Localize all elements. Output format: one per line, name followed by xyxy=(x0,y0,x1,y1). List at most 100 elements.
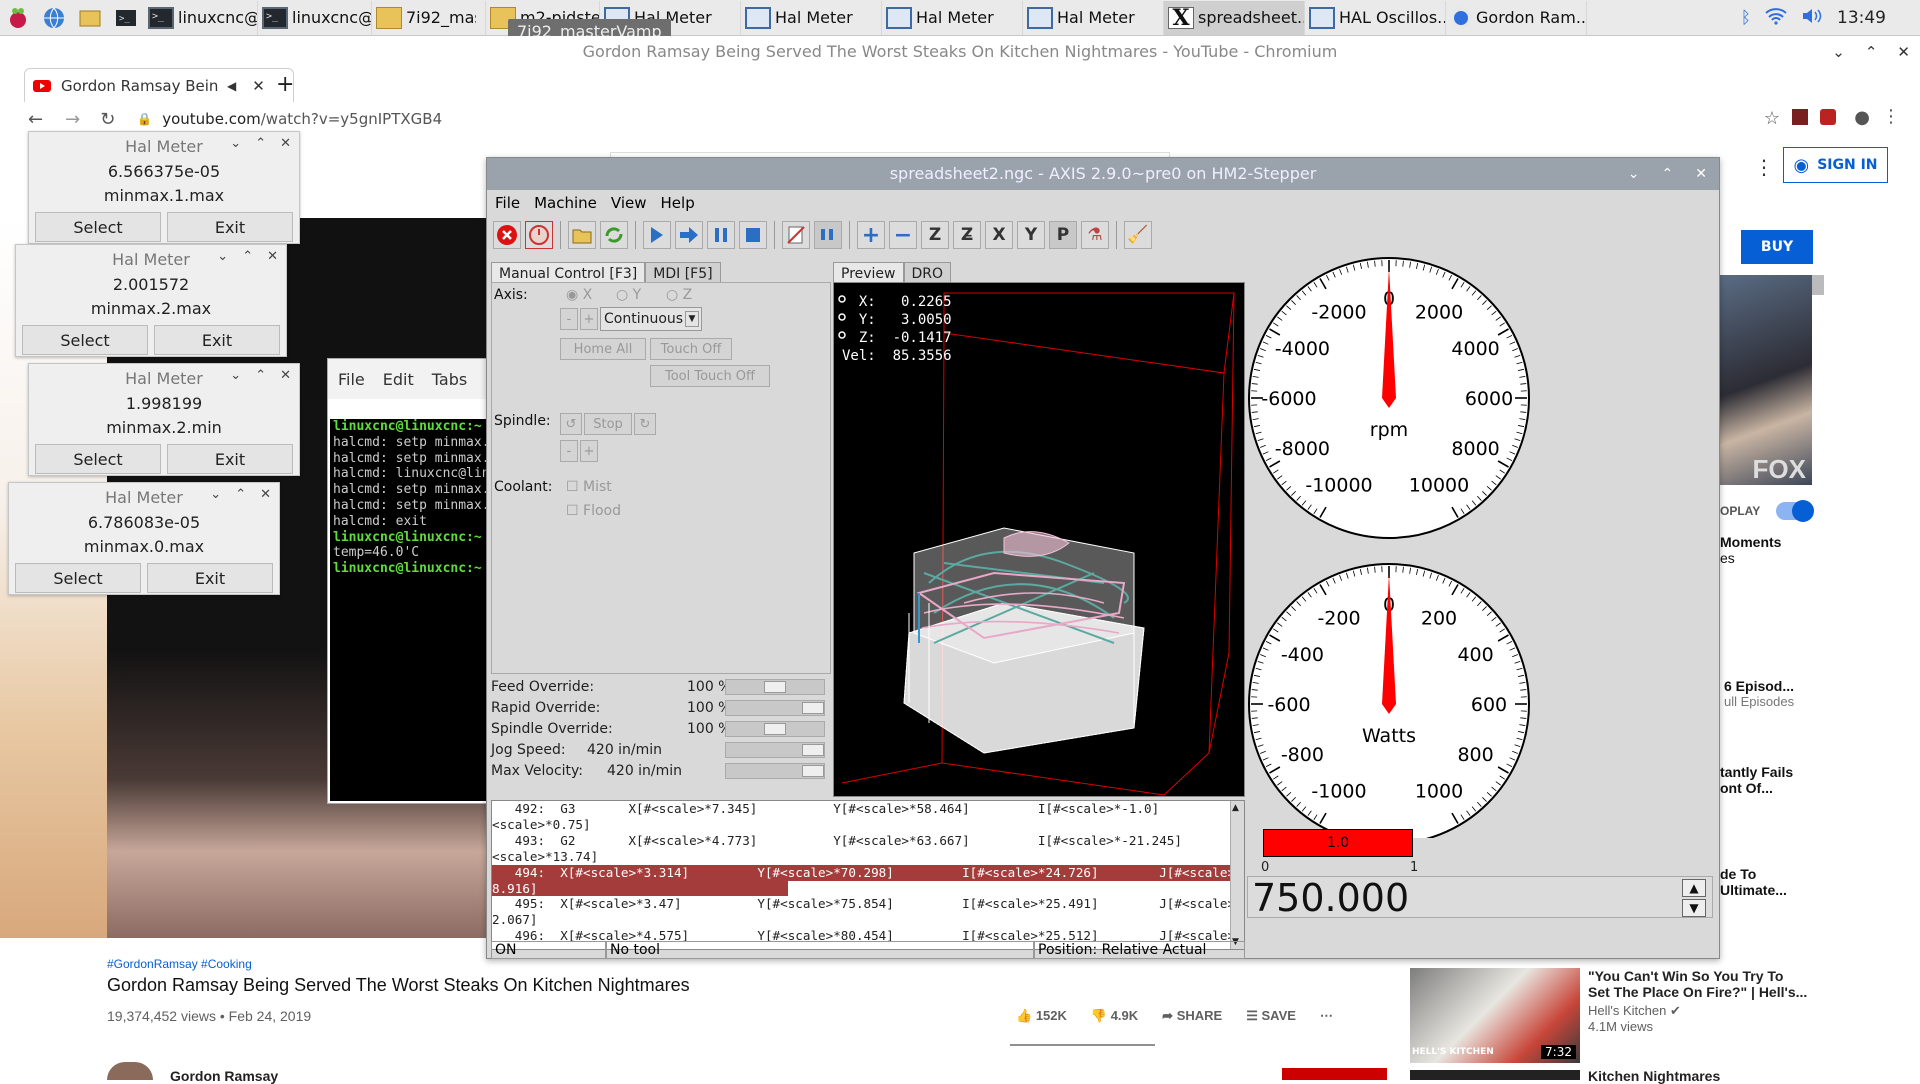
chevron-down-icon[interactable]: ⌄ xyxy=(1832,43,1845,61)
hal-select-button[interactable]: Select xyxy=(35,212,161,242)
side-video-1[interactable]: Momentses xyxy=(1720,534,1781,566)
machine-power-icon[interactable] xyxy=(525,221,553,249)
chevron-down-icon[interactable]: ⌄ xyxy=(217,249,228,264)
hal-exit-button[interactable]: Exit xyxy=(167,212,293,242)
axis-radio-y[interactable]: ○ Y xyxy=(616,287,641,303)
close-icon[interactable]: ✕ xyxy=(260,487,271,502)
maximize-icon[interactable]: ⌃ xyxy=(235,487,246,502)
stop-icon[interactable] xyxy=(739,221,767,249)
slider-thumb[interactable] xyxy=(802,765,824,777)
slider-thumb[interactable] xyxy=(764,681,786,693)
tool-touch-off-button[interactable]: Tool Touch Off xyxy=(650,365,770,387)
close-icon[interactable]: ✕ xyxy=(1695,166,1707,182)
minimize-icon[interactable]: ⌄ xyxy=(1628,166,1640,182)
jog-increment-select[interactable]: Continuous▼ xyxy=(600,307,702,331)
maximize-icon[interactable]: ⌃ xyxy=(1865,43,1878,61)
hal-exit-button[interactable]: Exit xyxy=(154,325,280,355)
side-video-4[interactable]: de ToUltimate... xyxy=(1720,866,1787,898)
spindle-ccw-icon[interactable]: ↺ xyxy=(560,413,582,435)
chevron-down-icon[interactable]: ⌄ xyxy=(210,487,221,502)
axis-menu-view[interactable]: View xyxy=(611,194,647,212)
browser-launcher-icon[interactable] xyxy=(36,0,72,36)
youtube-settings-kebab-icon[interactable]: ⋮ xyxy=(1754,155,1774,179)
hal-select-button[interactable]: Select xyxy=(35,444,161,474)
rotate-view-icon[interactable]: ⚗ xyxy=(1081,221,1109,249)
axis-menu-machine[interactable]: Machine xyxy=(534,194,597,212)
hal-exit-button[interactable]: Exit xyxy=(147,563,273,593)
recommended-video-2-title[interactable]: Kitchen Nightmares xyxy=(1588,1068,1720,1084)
side-scrollbar-thumb[interactable] xyxy=(1812,275,1824,295)
bluetooth-icon[interactable]: ᛒ xyxy=(1741,8,1751,28)
open-file-icon[interactable] xyxy=(568,221,596,249)
gcode-line[interactable]: 494: X[#<scale>*3.314] Y[#<scale>*70.298… xyxy=(492,865,1244,881)
spindle-minus-button[interactable]: - xyxy=(560,440,578,462)
forward-icon[interactable]: → xyxy=(65,109,80,130)
volume-icon[interactable] xyxy=(1801,7,1823,30)
dislike-button[interactable]: 👎 4.9K xyxy=(1091,1008,1138,1024)
view-perspective-icon[interactable]: P xyxy=(1049,221,1077,249)
view-y-icon[interactable]: Y xyxy=(1017,221,1045,249)
zoom-in-icon[interactable]: + xyxy=(857,221,885,249)
axis-radio-x[interactable]: ◉ X xyxy=(566,287,592,303)
terminal-output[interactable]: linuxcnc@linuxcnc:~halcmd: setp minmax.h… xyxy=(330,419,496,801)
close-icon[interactable]: ✕ xyxy=(1897,43,1910,61)
close-icon[interactable]: ✕ xyxy=(280,368,291,383)
optional-stop-icon[interactable] xyxy=(814,221,842,249)
pause-icon[interactable] xyxy=(707,221,735,249)
file-manager-launcher-icon[interactable] xyxy=(72,0,108,36)
axis-radio-z[interactable]: ○ Z xyxy=(666,287,692,303)
gcode-line[interactable]: 2.067] xyxy=(492,912,1244,928)
view-x-icon[interactable]: X xyxy=(985,221,1013,249)
close-tab-icon[interactable]: ✕ xyxy=(252,77,265,95)
gcode-scrollbar[interactable]: ▲▼ xyxy=(1230,801,1244,949)
wifi-icon[interactable] xyxy=(1765,7,1787,30)
youtube-buy-button[interactable]: BUY xyxy=(1741,230,1813,264)
jog-plus-button[interactable]: + xyxy=(580,308,598,330)
extension-icon[interactable] xyxy=(1792,109,1808,125)
gcode-line[interactable]: 8.916] xyxy=(492,881,788,897)
touch-off-button[interactable]: Touch Off xyxy=(650,338,732,360)
taskbar-task-terminal-2[interactable]: linuxcnc@lin... xyxy=(258,1,372,35)
terminal-launcher-icon[interactable]: >_ xyxy=(108,0,144,36)
close-icon[interactable]: ✕ xyxy=(267,249,278,264)
side-video-2[interactable]: 6 Episod...ull Episodes xyxy=(1724,678,1794,709)
save-button[interactable]: ☰ SAVE xyxy=(1246,1008,1296,1024)
chevron-down-icon[interactable]: ⌄ xyxy=(230,368,241,383)
gcode-line[interactable]: <scale>*0.75] xyxy=(492,817,1244,833)
taskbar-task-chromium[interactable]: Gordon Ram... xyxy=(1446,1,1587,35)
block-delete-icon[interactable] xyxy=(782,221,810,249)
back-icon[interactable]: ← xyxy=(28,109,43,130)
side-video-3[interactable]: tantly Failsont Of... xyxy=(1720,764,1793,796)
more-actions-icon[interactable]: ⋯ xyxy=(1320,1008,1333,1024)
override-slider[interactable] xyxy=(725,700,825,716)
jog-minus-button[interactable]: - xyxy=(560,308,578,330)
audio-icon[interactable]: ◀ xyxy=(227,79,236,93)
gcode-line[interactable]: 492: G3 X[#<scale>*7.345] Y[#<scale>*58.… xyxy=(492,801,1244,817)
gcode-line[interactable]: <scale>*13.74] xyxy=(492,849,1244,865)
taskbar-task-terminal-1[interactable]: linuxcnc@lin... xyxy=(144,1,258,35)
menu-kebab-icon[interactable]: ⋮ xyxy=(1882,106,1900,127)
movie-thumbnail[interactable]: FOX xyxy=(1720,275,1812,485)
override-slider[interactable] xyxy=(725,679,825,695)
slider-thumb[interactable] xyxy=(764,723,786,735)
mist-checkbox[interactable]: ☐ Mist xyxy=(566,479,612,495)
youtube-sign-in-button[interactable]: ◉SIGN IN xyxy=(1783,147,1888,183)
video-hashtags[interactable]: #GordonRamsay #Cooking xyxy=(107,957,252,971)
maximize-icon[interactable]: ⌃ xyxy=(255,136,266,151)
slider-thumb[interactable] xyxy=(802,744,824,756)
chevron-down-icon[interactable]: ⌄ xyxy=(230,136,241,151)
channel-avatar[interactable] xyxy=(107,1062,153,1080)
hal-select-button[interactable]: Select xyxy=(15,563,141,593)
reload-icon[interactable]: ↻ xyxy=(100,109,115,130)
pyvcp-spinbox[interactable]: 750.000 ▲ ▼ xyxy=(1247,876,1713,918)
view-z2-icon[interactable]: Z̵ xyxy=(953,221,981,249)
hal-select-button[interactable]: Select xyxy=(22,325,148,355)
slider-thumb[interactable] xyxy=(802,702,824,714)
step-icon[interactable] xyxy=(675,221,703,249)
flood-checkbox[interactable]: ☐ Flood xyxy=(566,503,621,519)
spin-down-icon[interactable]: ▼ xyxy=(1682,899,1706,917)
home-all-button[interactable]: Home All xyxy=(560,338,646,360)
raspberry-menu-icon[interactable] xyxy=(0,0,36,36)
spindle-cw-icon[interactable]: ↻ xyxy=(634,413,656,435)
run-program-icon[interactable] xyxy=(643,221,671,249)
